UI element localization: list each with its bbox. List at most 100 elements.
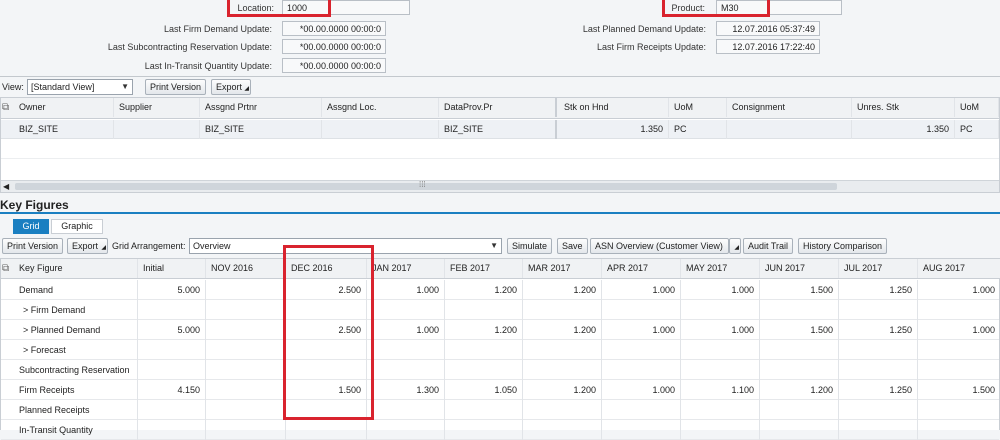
print-version-button[interactable]: Print Version [2, 238, 64, 254]
column-header[interactable]: AUG 2017 [918, 259, 1000, 278]
value-cell[interactable] [839, 420, 918, 440]
value-cell[interactable] [206, 280, 286, 300]
print-version-button[interactable]: Print Version [145, 79, 207, 95]
value-cell[interactable]: 1.200 [445, 320, 523, 340]
value-cell[interactable]: 1.250 [839, 380, 918, 400]
column-header[interactable]: Assgnd Prtnr [200, 98, 322, 117]
value-cell[interactable] [286, 360, 367, 380]
value-cell[interactable] [681, 400, 760, 420]
value-cell[interactable] [602, 340, 681, 360]
value-cell[interactable]: 1.000 [681, 320, 760, 340]
value-cell[interactable] [839, 360, 918, 380]
value-cell[interactable] [681, 420, 760, 440]
table-row[interactable]: Planned Receipts [1, 400, 999, 420]
value-cell[interactable] [523, 360, 602, 380]
column-header[interactable]: NOV 2016 [206, 259, 286, 278]
value-cell[interactable] [839, 400, 918, 420]
column-header[interactable]: Owner [14, 98, 114, 117]
value-cell[interactable] [286, 420, 367, 440]
scrollbar-thumb[interactable] [15, 183, 837, 190]
table-row[interactable]: > Firm Demand [1, 300, 999, 320]
value-cell[interactable] [367, 420, 445, 440]
value-cell[interactable] [760, 360, 839, 380]
value-cell[interactable] [138, 400, 206, 420]
value-cell[interactable] [286, 400, 367, 420]
value-cell[interactable] [760, 340, 839, 360]
column-header[interactable]: UoM [669, 98, 727, 117]
value-cell[interactable] [681, 340, 760, 360]
export-button[interactable]: Export ◢ [211, 79, 251, 95]
value-cell[interactable] [760, 300, 839, 320]
location-field[interactable]: 1000 [282, 0, 410, 15]
value-cell[interactable]: 1.300 [367, 380, 445, 400]
column-header[interactable]: Consignment [727, 98, 852, 117]
value-cell[interactable] [367, 300, 445, 320]
value-cell[interactable]: 1.250 [839, 320, 918, 340]
value-cell[interactable] [286, 300, 367, 320]
save-button[interactable]: Save [557, 238, 588, 254]
column-header[interactable]: Stk on Hnd [559, 98, 669, 117]
value-cell[interactable] [681, 300, 760, 320]
value-cell[interactable]: 1.200 [760, 380, 839, 400]
audit-trail-button[interactable]: Audit Trail [743, 238, 794, 254]
value-cell[interactable] [523, 420, 602, 440]
column-header[interactable]: Assgnd Loc. [322, 98, 439, 117]
simulate-button[interactable]: Simulate [507, 238, 553, 254]
table-row[interactable]: > Forecast [1, 340, 999, 360]
value-cell[interactable]: 1.500 [286, 380, 367, 400]
value-cell[interactable] [681, 360, 760, 380]
value-cell[interactable] [206, 300, 286, 320]
value-cell[interactable] [602, 300, 681, 320]
column-header[interactable]: Initial [138, 259, 206, 278]
value-cell[interactable] [760, 420, 839, 440]
value-cell[interactable] [445, 340, 523, 360]
value-cell[interactable]: 1.000 [918, 280, 1000, 300]
value-cell[interactable]: 1.000 [602, 320, 681, 340]
value-cell[interactable] [602, 400, 681, 420]
value-cell[interactable] [760, 400, 839, 420]
value-cell[interactable] [445, 360, 523, 380]
tab-grid[interactable]: Grid [13, 219, 49, 234]
table-settings-icon[interactable]: ⧉ [2, 102, 9, 113]
value-cell[interactable]: 1.200 [523, 380, 602, 400]
value-cell[interactable] [138, 360, 206, 380]
value-cell[interactable]: 5.000 [138, 280, 206, 300]
value-cell[interactable]: 1.050 [445, 380, 523, 400]
value-cell[interactable] [206, 360, 286, 380]
value-cell[interactable] [367, 340, 445, 360]
value-cell[interactable] [206, 400, 286, 420]
column-header[interactable]: APR 2017 [602, 259, 681, 278]
view-select[interactable]: [Standard View] ▼ [27, 79, 133, 95]
value-cell[interactable]: 1.500 [760, 280, 839, 300]
value-cell[interactable] [839, 300, 918, 320]
value-cell[interactable] [206, 420, 286, 440]
column-header[interactable]: JUL 2017 [839, 259, 918, 278]
table-row[interactable]: BIZ_SITE BIZ_SITE BIZ_SITE 1.350 PC 1.35… [1, 120, 999, 139]
value-cell[interactable] [839, 340, 918, 360]
value-cell[interactable]: 1.500 [918, 380, 1000, 400]
history-comparison-button[interactable]: History Comparison [798, 238, 888, 254]
column-header[interactable]: Key Figure [14, 259, 138, 278]
value-cell[interactable]: 1.000 [681, 280, 760, 300]
value-cell[interactable] [138, 420, 206, 440]
column-header[interactable]: JAN 2017 [367, 259, 445, 278]
value-cell[interactable]: 1.000 [918, 320, 1000, 340]
table-row[interactable]: Demand 5.000 2.500 1.000 1.200 1.200 1.000 1.00… [1, 280, 999, 300]
column-header[interactable]: Unres. Stk [852, 98, 955, 117]
value-cell[interactable] [286, 340, 367, 360]
column-header[interactable]: UoM [955, 98, 999, 117]
asn-overview-button[interactable]: ASN Overview (Customer View) [590, 238, 729, 254]
table-settings-icon[interactable]: ⧉ [2, 263, 9, 274]
table-row[interactable]: Firm Receipts 4.150 1.500 1.300 1.050 1.200 1.… [1, 380, 999, 400]
value-cell[interactable] [602, 420, 681, 440]
export-button[interactable]: Export ◢ [67, 238, 108, 254]
value-cell[interactable]: 4.150 [138, 380, 206, 400]
value-cell[interactable]: 1.000 [367, 320, 445, 340]
scroll-left-icon[interactable]: ◀ [3, 181, 9, 192]
value-cell[interactable] [918, 400, 1000, 420]
value-cell[interactable]: 1.000 [602, 280, 681, 300]
value-cell[interactable] [918, 340, 1000, 360]
value-cell[interactable] [523, 400, 602, 420]
value-cell[interactable] [367, 400, 445, 420]
value-cell[interactable]: 1.200 [523, 320, 602, 340]
